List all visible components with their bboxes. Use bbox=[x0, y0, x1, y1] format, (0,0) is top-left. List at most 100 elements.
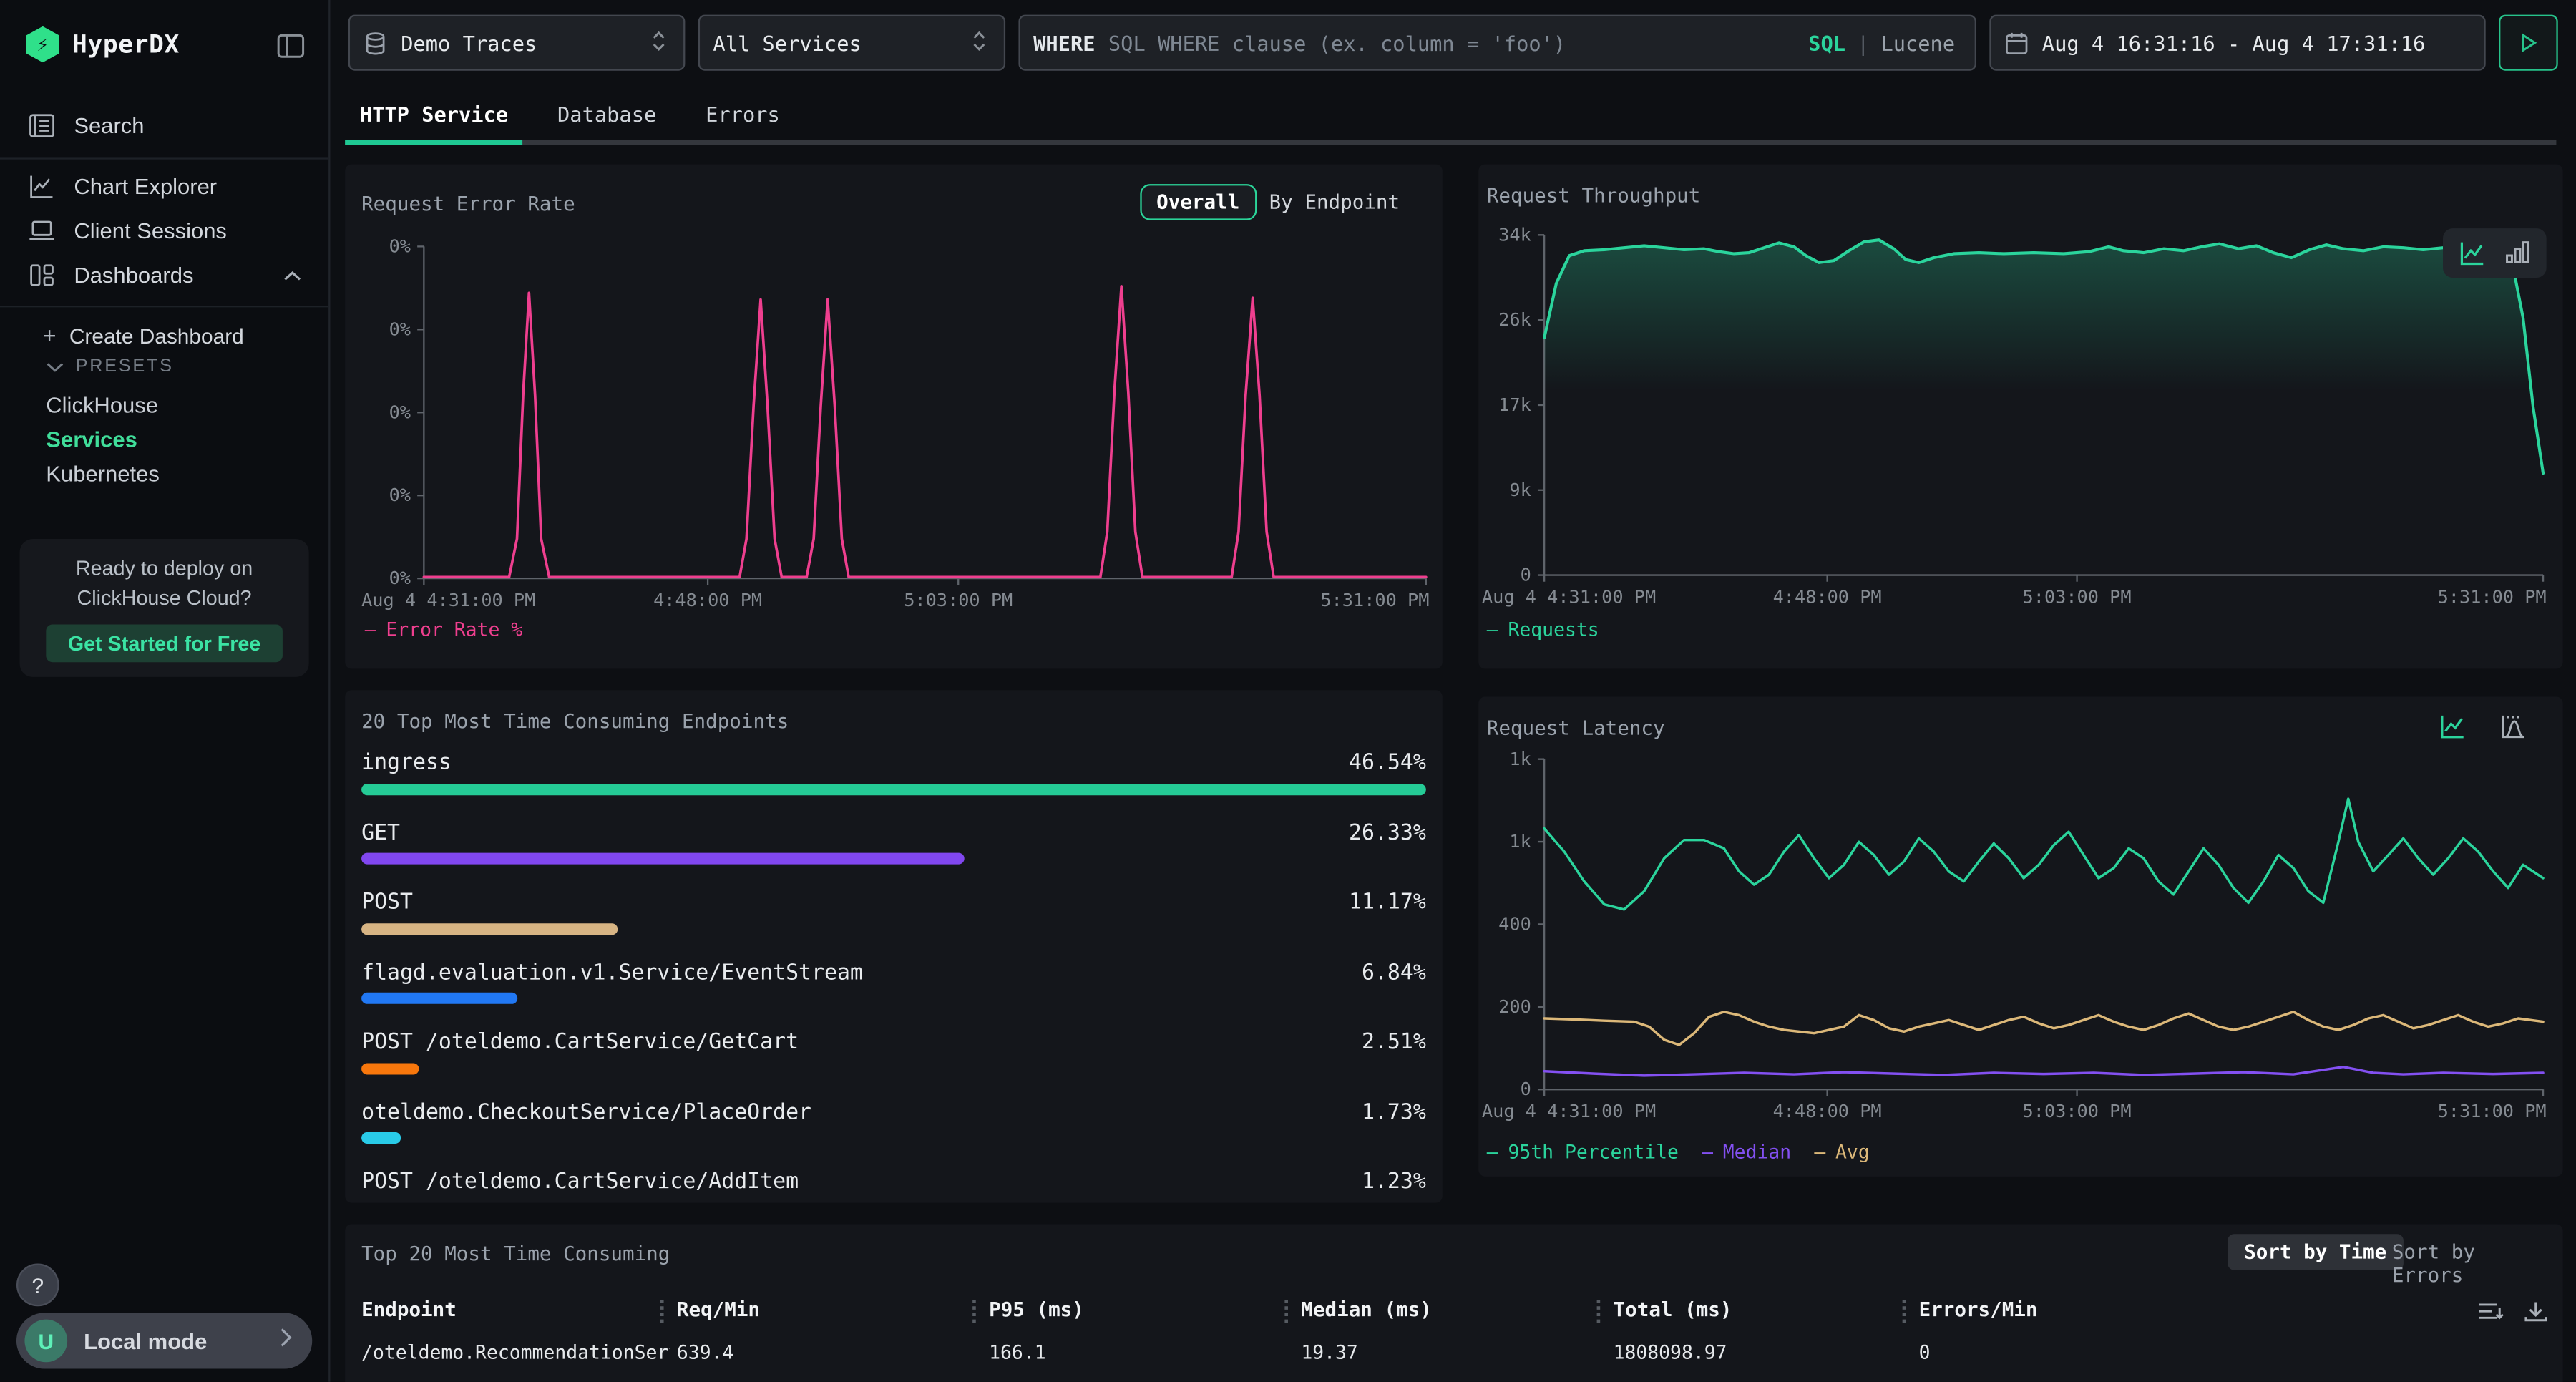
endpoint-bar bbox=[361, 993, 518, 1004]
card-title: Request Error Rate bbox=[361, 193, 575, 215]
sidebar: ⚡ HyperDX Search Chart Explorer bbox=[0, 0, 330, 1382]
help-button[interactable]: ? bbox=[16, 1264, 59, 1307]
presets-label: PRESETS bbox=[76, 356, 174, 376]
latency-card: Request Latency 02004001k1kAug 4 4:31:00… bbox=[1478, 696, 2562, 1176]
tabs-underline bbox=[345, 140, 2556, 145]
chevron-up-icon[interactable] bbox=[283, 262, 303, 286]
column-header[interactable]: Req/Min bbox=[677, 1298, 760, 1321]
tab-database[interactable]: Database bbox=[542, 95, 671, 135]
service-selected-value: All Services bbox=[713, 30, 861, 54]
create-dashboard-button[interactable]: + Create Dashboard bbox=[0, 317, 328, 354]
svg-text:5:03:00 PM: 5:03:00 PM bbox=[2023, 587, 2132, 608]
run-query-button[interactable] bbox=[2499, 15, 2558, 71]
latency-chart: 02004001k1kAug 4 4:31:00 PM4:48:00 PM5:0… bbox=[1544, 759, 2543, 1089]
selector-chevrons-icon bbox=[650, 29, 667, 57]
source-select[interactable]: Demo Traces bbox=[348, 15, 686, 71]
toggle-by-endpoint[interactable]: By Endpoint bbox=[1256, 185, 1413, 218]
time-range-value: Aug 4 16:31:16 - Aug 4 17:31:16 bbox=[2042, 30, 2426, 54]
legend-item: —Error Rate % bbox=[365, 618, 522, 641]
lang-divider: | bbox=[1857, 30, 1869, 54]
line-chart-icon[interactable] bbox=[2439, 713, 2466, 739]
svg-text:0%: 0% bbox=[389, 235, 411, 256]
endpoint-percent: 1.23% bbox=[1362, 1170, 1426, 1194]
table-header-row: Endpoint Req/Min P95 (ms) Median (ms) Total … bbox=[345, 1298, 2562, 1328]
sort-by-time-button[interactable]: Sort by Time bbox=[2228, 1234, 2403, 1270]
endpoint-label: ingress bbox=[361, 751, 452, 775]
chevron-down-icon bbox=[46, 361, 64, 372]
throughput-chart: 09k17k26k34kAug 4 4:31:00 PM4:48:00 PM5:… bbox=[1544, 235, 2543, 575]
chart-explorer-icon bbox=[28, 172, 56, 200]
toggle-overall[interactable]: Overall bbox=[1140, 184, 1256, 220]
throughput-card: Request Throughput 09k17k26k34kAug 4 4:3… bbox=[1478, 165, 2562, 669]
tab-errors[interactable]: Errors bbox=[691, 95, 794, 135]
svg-text:9k: 9k bbox=[1509, 480, 1531, 500]
calendar-icon bbox=[2004, 30, 2029, 54]
sidebar-item-chart-explorer[interactable]: Chart Explorer bbox=[0, 165, 328, 208]
column-header[interactable]: P95 (ms) bbox=[989, 1298, 1084, 1321]
sidebar-item-search[interactable]: Search bbox=[0, 104, 328, 147]
where-label: WHERE bbox=[1033, 30, 1095, 54]
error-rate-chart: 0%0%0%0%0%Aug 4 4:31:00 PM4:48:00 PM5:03… bbox=[424, 246, 1425, 578]
get-started-button[interactable]: Get Started for Free bbox=[46, 624, 283, 662]
card-title: Top 20 Most Time Consuming bbox=[361, 1242, 670, 1265]
avatar: U bbox=[24, 1320, 67, 1363]
logo[interactable]: ⚡ HyperDX bbox=[26, 26, 180, 63]
histogram-icon[interactable] bbox=[2500, 713, 2527, 739]
svg-text:0: 0 bbox=[1521, 1079, 1531, 1099]
time-range-picker[interactable]: Aug 4 16:31:16 - Aug 4 17:31:16 bbox=[1989, 15, 2485, 71]
svg-text:Aug 4 4:31:00 PM: Aug 4 4:31:00 PM bbox=[1482, 587, 1656, 608]
sidebar-item-label: Dashboards bbox=[74, 262, 193, 286]
hyperdx-app: ⚡ HyperDX Search Chart Explorer bbox=[0, 0, 2576, 1382]
column-drag-handle[interactable] bbox=[1903, 1300, 1909, 1323]
endpoint-label: flagd.evaluation.v1.Service/EventStream bbox=[361, 960, 863, 985]
column-drag-handle[interactable] bbox=[660, 1300, 667, 1323]
plus-icon: + bbox=[43, 322, 57, 349]
endpoint-percent: 6.84% bbox=[1362, 960, 1426, 985]
error-rate-toggle: Overall By Endpoint bbox=[1140, 184, 1413, 220]
sidebar-collapse-icon[interactable] bbox=[276, 31, 306, 68]
search-icon bbox=[28, 111, 56, 139]
endpoint-percent: 11.17% bbox=[1349, 890, 1426, 915]
svg-text:4:48:00 PM: 4:48:00 PM bbox=[1773, 1101, 1882, 1121]
endpoint-label: POST /oteldemo.CartService/GetCart bbox=[361, 1031, 799, 1055]
column-drag-handle[interactable] bbox=[972, 1300, 979, 1323]
svg-text:0%: 0% bbox=[389, 568, 411, 588]
promo-line1: Ready to deploy on bbox=[20, 557, 309, 580]
legend-item: —95th Percentile bbox=[1487, 1140, 1679, 1163]
table-row[interactable]: /oteldemo.RecommendationServ639.4166.119… bbox=[345, 1340, 2562, 1373]
sidebar-item-dashboards[interactable]: Dashboards bbox=[0, 253, 328, 296]
column-header[interactable]: Endpoint bbox=[361, 1298, 457, 1321]
svg-text:Aug 4 4:31:00 PM: Aug 4 4:31:00 PM bbox=[361, 590, 535, 610]
sidebar-item-client-sessions[interactable]: Client Sessions bbox=[0, 209, 328, 252]
sort-by-errors-button[interactable]: Sort by Errors bbox=[2382, 1234, 2563, 1293]
sidebar-item-label: Client Sessions bbox=[74, 218, 227, 242]
column-drag-handle[interactable] bbox=[1597, 1300, 1604, 1323]
endpoint-label: POST /oteldemo.CartService/AddItem bbox=[361, 1170, 799, 1194]
bar-chart-icon[interactable] bbox=[2505, 240, 2529, 266]
svg-text:0%: 0% bbox=[389, 318, 411, 339]
sidebar-item-clickhouse[interactable]: ClickHouse bbox=[0, 393, 328, 417]
sql-mode-button[interactable]: SQL bbox=[1808, 30, 1845, 54]
download-icon[interactable] bbox=[2524, 1300, 2548, 1324]
user-menu[interactable]: U Local mode bbox=[16, 1313, 312, 1368]
endpoint-percent: 46.54% bbox=[1349, 751, 1426, 775]
column-drag-handle[interactable] bbox=[1284, 1300, 1291, 1323]
svg-text:5:03:00 PM: 5:03:00 PM bbox=[2023, 1101, 2132, 1121]
presets-header[interactable]: PRESETS bbox=[0, 356, 328, 376]
sidebar-item-services[interactable]: Services bbox=[0, 427, 328, 452]
svg-text:5:31:00 PM: 5:31:00 PM bbox=[1320, 590, 1429, 610]
endpoint-bar bbox=[361, 853, 964, 865]
sidebar-item-kubernetes[interactable]: Kubernetes bbox=[0, 462, 328, 486]
column-header[interactable]: Median (ms) bbox=[1301, 1298, 1431, 1321]
where-input[interactable]: WHERE SQL WHERE clause (ex. column = 'fo… bbox=[1018, 15, 1976, 71]
dashboards-icon bbox=[28, 261, 56, 288]
line-chart-icon[interactable] bbox=[2459, 240, 2486, 266]
tab-http-service[interactable]: HTTP Service bbox=[345, 95, 523, 135]
column-header[interactable]: Errors/Min bbox=[1919, 1298, 2038, 1321]
service-select[interactable]: All Services bbox=[698, 15, 1005, 71]
lucene-mode-button[interactable]: Lucene bbox=[1880, 30, 1955, 54]
column-settings-icon[interactable] bbox=[2477, 1300, 2504, 1323]
column-header[interactable]: Total (ms) bbox=[1614, 1298, 1732, 1321]
endpoint-rows: ingress46.54%GET26.33%POST11.17%flagd.ev… bbox=[345, 690, 1443, 1202]
table-body: /oteldemo.RecommendationServ639.4166.119… bbox=[345, 1340, 2562, 1373]
